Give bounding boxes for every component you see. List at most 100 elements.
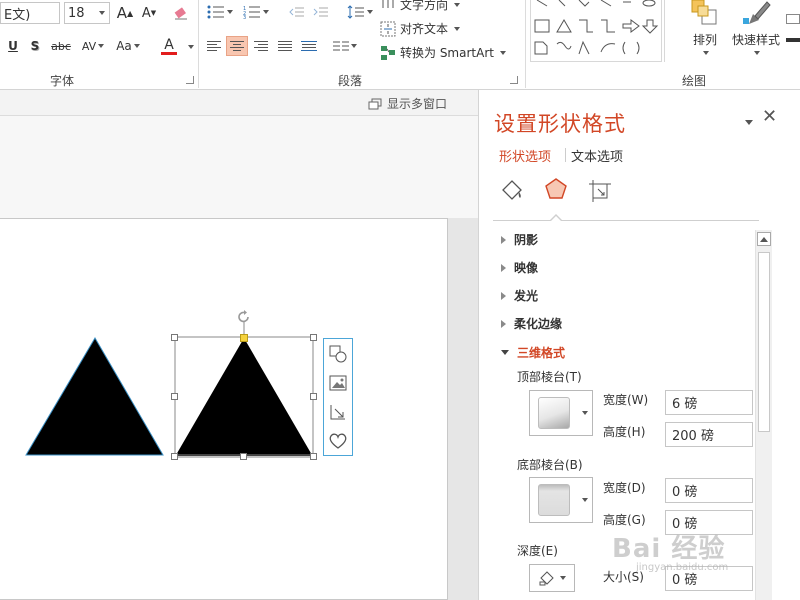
tab-shape-options[interactable]: 形状选项 — [499, 146, 551, 165]
font-dialog-launcher[interactable] — [186, 76, 194, 84]
triangle-shape-right[interactable] — [176, 338, 312, 455]
picture-style-icon[interactable] — [328, 373, 348, 393]
triangle-shape-left[interactable] — [25, 337, 164, 456]
top-width-label: 宽度(W) — [603, 393, 649, 407]
chevron-down-icon — [703, 50, 709, 55]
watermark-logo: Bai 经验 — [612, 534, 726, 564]
chevron-down-icon — [582, 411, 588, 415]
align-text-icon — [380, 21, 396, 36]
section-shadow[interactable]: 阴影 — [501, 231, 538, 248]
depth-label: 深度(E) — [517, 544, 558, 558]
font-name-input[interactable]: E文) — [0, 2, 60, 24]
section-reflection[interactable]: 映像 — [501, 259, 538, 276]
paragraph-dialog-launcher[interactable] — [510, 76, 518, 84]
resize-handle[interactable] — [240, 453, 247, 460]
align-center-button[interactable] — [226, 36, 248, 56]
strikethrough-button[interactable]: abc — [48, 36, 74, 56]
shape-quick-tools — [323, 338, 353, 456]
text-direction-label: 文字方向 — [400, 0, 449, 12]
top-height-input[interactable]: 200 磅 — [665, 422, 753, 447]
paint-bucket-icon — [539, 571, 554, 586]
top-width-input[interactable]: 6 磅 — [665, 390, 753, 415]
convert-smartart-button[interactable]: 转换为 SmartArt — [380, 44, 506, 61]
scroll-thumb[interactable] — [758, 252, 770, 432]
tab-indicator-inner — [550, 216, 562, 222]
chevron-down-icon — [754, 50, 760, 55]
ribbon: E文) 18 A ▲ A ▼ U S abc AV Aa A 字体 123 文字… — [0, 0, 800, 90]
pane-title: 设置形状格式 — [494, 112, 626, 136]
chevron-up-icon — [760, 236, 768, 242]
quick-styles-button[interactable]: 快速样式 — [728, 0, 784, 56]
columns-button[interactable] — [330, 36, 360, 56]
pane-scrollbar[interactable] — [755, 230, 772, 600]
resize-handle[interactable] — [310, 334, 317, 341]
bullets-button[interactable] — [204, 2, 236, 22]
crop-resize-icon[interactable] — [328, 402, 348, 422]
section-soft-edges[interactable]: 柔化边缘 — [501, 315, 562, 332]
layout-options-icon[interactable] — [328, 344, 348, 364]
distributed-button[interactable] — [298, 36, 320, 56]
line-spacing-button[interactable] — [344, 2, 376, 22]
paragraph-group-label: 段落 — [338, 74, 363, 88]
font-color-button[interactable]: A — [154, 34, 184, 58]
top-height-label: 高度(H) — [603, 425, 646, 439]
resize-handle[interactable] — [171, 334, 178, 341]
align-right-button[interactable] — [250, 36, 272, 56]
change-case-button[interactable]: Aa — [112, 36, 144, 56]
section-3d-format[interactable]: 三维格式 — [501, 344, 565, 361]
resize-handle[interactable] — [171, 453, 178, 460]
numbering-button[interactable]: 123 — [240, 2, 272, 22]
canvas-topbar: 显示多窗口 — [0, 90, 478, 116]
adjust-handle[interactable] — [240, 334, 248, 342]
close-icon[interactable]: ✕ — [762, 106, 777, 127]
resize-handle[interactable] — [171, 393, 178, 400]
section-glow[interactable]: 发光 — [501, 287, 538, 304]
align-left-button[interactable] — [203, 36, 225, 56]
shape-outline-icon[interactable] — [786, 38, 800, 42]
depth-color-picker[interactable] — [529, 564, 575, 592]
top-bevel-picker[interactable] — [529, 390, 593, 436]
show-multi-window-button[interactable]: 显示多窗口 — [368, 95, 447, 112]
justify-button[interactable] — [274, 36, 296, 56]
numbered-list-icon: 123 — [243, 6, 260, 19]
shapes-gallery[interactable] — [530, 0, 662, 62]
decrease-indent-button[interactable] — [286, 2, 308, 22]
section-label: 阴影 — [514, 233, 539, 247]
shrink-font-button[interactable]: A ▼ — [138, 2, 160, 24]
top-bevel-label: 顶部棱台(T) — [517, 370, 582, 384]
shape-fill-icon[interactable] — [786, 14, 800, 24]
underline-button[interactable]: U — [4, 36, 22, 56]
heart-icon[interactable] — [328, 431, 348, 451]
grow-font-button[interactable]: A ▲ — [114, 2, 136, 24]
text-shadow-button[interactable]: S — [26, 36, 44, 56]
resize-handle[interactable] — [310, 453, 317, 460]
chevron-down-icon — [99, 11, 105, 15]
resize-handle[interactable] — [310, 393, 317, 400]
gallery-scroll[interactable] — [664, 0, 674, 62]
smartart-label: 转换为 SmartArt — [400, 46, 494, 60]
bottom-bevel-picker[interactable] — [529, 477, 593, 523]
fill-line-icon[interactable] — [499, 178, 525, 204]
text-direction-button[interactable]: 文字方向 — [380, 0, 461, 13]
chevron-down-icon — [454, 26, 461, 31]
columns-icon — [333, 41, 349, 51]
scroll-up-button[interactable] — [757, 232, 771, 246]
font-size-input[interactable]: 18 — [64, 2, 110, 24]
clear-format-button[interactable] — [170, 2, 192, 24]
quick-styles-label: 快速样式 — [731, 32, 780, 47]
align-text-button[interactable]: 对齐文本 — [380, 20, 461, 37]
effects-icon[interactable] — [543, 176, 569, 204]
underline-glyph: U — [8, 39, 18, 53]
rotate-handle-icon[interactable] — [236, 309, 252, 325]
bottom-width-input[interactable]: 0 磅 — [665, 478, 753, 503]
eraser-icon — [174, 7, 187, 20]
chevron-down-icon — [263, 10, 269, 14]
section-label: 映像 — [514, 261, 539, 275]
arrange-button[interactable]: 排列 — [682, 0, 728, 56]
char-spacing-button[interactable]: AV — [78, 36, 108, 56]
increase-indent-button[interactable] — [310, 2, 332, 22]
pane-options-button[interactable] — [743, 114, 753, 128]
size-properties-icon[interactable] — [587, 178, 613, 204]
pane-divider — [493, 220, 759, 221]
tab-text-options[interactable]: 文本选项 — [571, 146, 623, 165]
